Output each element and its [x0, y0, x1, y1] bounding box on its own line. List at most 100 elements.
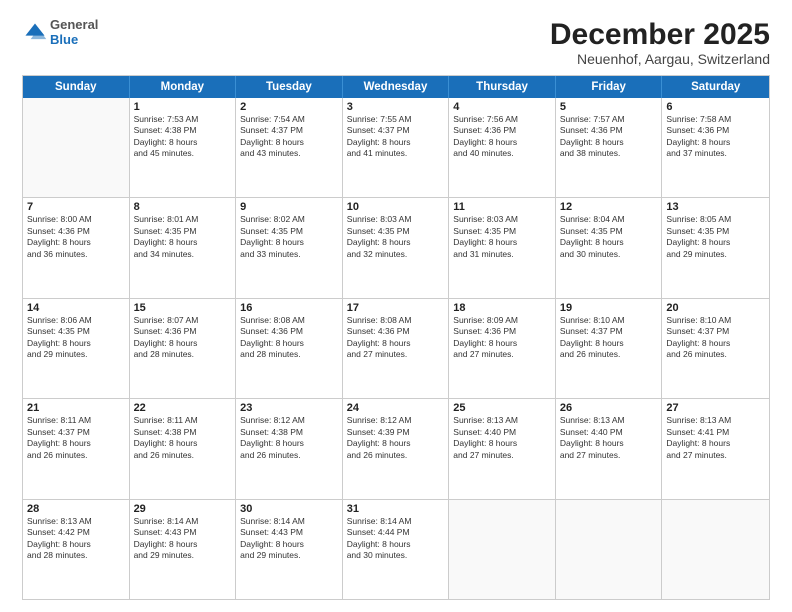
cell-day-number: 9: [240, 201, 338, 213]
cell-day-number: 19: [560, 302, 658, 314]
cell-info: Sunrise: 8:00 AM Sunset: 4:36 PM Dayligh…: [27, 214, 125, 260]
cell-info: Sunrise: 8:03 AM Sunset: 4:35 PM Dayligh…: [453, 214, 551, 260]
cell-day-number: 15: [134, 302, 232, 314]
cell-info: Sunrise: 8:04 AM Sunset: 4:35 PM Dayligh…: [560, 214, 658, 260]
cell-day-number: 24: [347, 402, 445, 414]
cell-info: Sunrise: 8:10 AM Sunset: 4:37 PM Dayligh…: [666, 315, 765, 361]
cell-info: Sunrise: 7:57 AM Sunset: 4:36 PM Dayligh…: [560, 114, 658, 160]
cell-day-number: 14: [27, 302, 125, 314]
calendar-body: 1Sunrise: 7:53 AM Sunset: 4:38 PM Daylig…: [23, 98, 769, 599]
cell-info: Sunrise: 7:55 AM Sunset: 4:37 PM Dayligh…: [347, 114, 445, 160]
cell-day-number: 1: [134, 101, 232, 113]
table-row: [449, 500, 556, 599]
calendar-week-1: 1Sunrise: 7:53 AM Sunset: 4:38 PM Daylig…: [23, 98, 769, 198]
logo-icon: [22, 20, 48, 46]
cell-day-number: 27: [666, 402, 765, 414]
cell-info: Sunrise: 8:08 AM Sunset: 4:36 PM Dayligh…: [240, 315, 338, 361]
table-row: 12Sunrise: 8:04 AM Sunset: 4:35 PM Dayli…: [556, 198, 663, 297]
table-row: 3Sunrise: 7:55 AM Sunset: 4:37 PM Daylig…: [343, 98, 450, 197]
cell-info: Sunrise: 8:14 AM Sunset: 4:44 PM Dayligh…: [347, 516, 445, 562]
cell-day-number: 10: [347, 201, 445, 213]
table-row: [23, 98, 130, 197]
cell-day-number: 20: [666, 302, 765, 314]
cell-day-number: 23: [240, 402, 338, 414]
table-row: 13Sunrise: 8:05 AM Sunset: 4:35 PM Dayli…: [662, 198, 769, 297]
cell-info: Sunrise: 8:13 AM Sunset: 4:40 PM Dayligh…: [560, 415, 658, 461]
cell-info: Sunrise: 8:14 AM Sunset: 4:43 PM Dayligh…: [240, 516, 338, 562]
page: General Blue December 2025 Neuenhof, Aar…: [0, 0, 792, 612]
calendar-header: Sunday Monday Tuesday Wednesday Thursday…: [23, 76, 769, 98]
cell-info: Sunrise: 8:02 AM Sunset: 4:35 PM Dayligh…: [240, 214, 338, 260]
cell-day-number: 28: [27, 503, 125, 515]
cell-info: Sunrise: 8:12 AM Sunset: 4:39 PM Dayligh…: [347, 415, 445, 461]
month-title: December 2025: [550, 18, 770, 51]
cell-info: Sunrise: 8:01 AM Sunset: 4:35 PM Dayligh…: [134, 214, 232, 260]
header-wednesday: Wednesday: [343, 76, 450, 98]
table-row: 25Sunrise: 8:13 AM Sunset: 4:40 PM Dayli…: [449, 399, 556, 498]
cell-info: Sunrise: 7:58 AM Sunset: 4:36 PM Dayligh…: [666, 114, 765, 160]
table-row: [556, 500, 663, 599]
cell-day-number: 8: [134, 201, 232, 213]
table-row: 20Sunrise: 8:10 AM Sunset: 4:37 PM Dayli…: [662, 299, 769, 398]
calendar-week-4: 21Sunrise: 8:11 AM Sunset: 4:37 PM Dayli…: [23, 399, 769, 499]
header-thursday: Thursday: [449, 76, 556, 98]
cell-day-number: 18: [453, 302, 551, 314]
table-row: 21Sunrise: 8:11 AM Sunset: 4:37 PM Dayli…: [23, 399, 130, 498]
cell-info: Sunrise: 8:11 AM Sunset: 4:38 PM Dayligh…: [134, 415, 232, 461]
cell-day-number: 6: [666, 101, 765, 113]
cell-day-number: 13: [666, 201, 765, 213]
cell-info: Sunrise: 8:07 AM Sunset: 4:36 PM Dayligh…: [134, 315, 232, 361]
table-row: 16Sunrise: 8:08 AM Sunset: 4:36 PM Dayli…: [236, 299, 343, 398]
cell-day-number: 7: [27, 201, 125, 213]
cell-info: Sunrise: 8:10 AM Sunset: 4:37 PM Dayligh…: [560, 315, 658, 361]
cell-info: Sunrise: 8:11 AM Sunset: 4:37 PM Dayligh…: [27, 415, 125, 461]
table-row: 26Sunrise: 8:13 AM Sunset: 4:40 PM Dayli…: [556, 399, 663, 498]
cell-info: Sunrise: 7:53 AM Sunset: 4:38 PM Dayligh…: [134, 114, 232, 160]
cell-day-number: 25: [453, 402, 551, 414]
table-row: 1Sunrise: 7:53 AM Sunset: 4:38 PM Daylig…: [130, 98, 237, 197]
cell-day-number: 2: [240, 101, 338, 113]
logo: General Blue: [22, 18, 98, 48]
table-row: 17Sunrise: 8:08 AM Sunset: 4:36 PM Dayli…: [343, 299, 450, 398]
cell-info: Sunrise: 8:08 AM Sunset: 4:36 PM Dayligh…: [347, 315, 445, 361]
table-row: 27Sunrise: 8:13 AM Sunset: 4:41 PM Dayli…: [662, 399, 769, 498]
cell-day-number: 11: [453, 201, 551, 213]
table-row: 30Sunrise: 8:14 AM Sunset: 4:43 PM Dayli…: [236, 500, 343, 599]
table-row: 28Sunrise: 8:13 AM Sunset: 4:42 PM Dayli…: [23, 500, 130, 599]
logo-text: General Blue: [50, 18, 98, 48]
table-row: 6Sunrise: 7:58 AM Sunset: 4:36 PM Daylig…: [662, 98, 769, 197]
table-row: 11Sunrise: 8:03 AM Sunset: 4:35 PM Dayli…: [449, 198, 556, 297]
logo-general: General: [50, 17, 98, 32]
cell-day-number: 22: [134, 402, 232, 414]
cell-day-number: 5: [560, 101, 658, 113]
cell-info: Sunrise: 8:03 AM Sunset: 4:35 PM Dayligh…: [347, 214, 445, 260]
cell-day-number: 29: [134, 503, 232, 515]
cell-day-number: 30: [240, 503, 338, 515]
table-row: 18Sunrise: 8:09 AM Sunset: 4:36 PM Dayli…: [449, 299, 556, 398]
cell-day-number: 4: [453, 101, 551, 113]
table-row: 19Sunrise: 8:10 AM Sunset: 4:37 PM Dayli…: [556, 299, 663, 398]
title-block: December 2025 Neuenhof, Aargau, Switzerl…: [550, 18, 770, 67]
table-row: 4Sunrise: 7:56 AM Sunset: 4:36 PM Daylig…: [449, 98, 556, 197]
table-row: 29Sunrise: 8:14 AM Sunset: 4:43 PM Dayli…: [130, 500, 237, 599]
table-row: 8Sunrise: 8:01 AM Sunset: 4:35 PM Daylig…: [130, 198, 237, 297]
cell-day-number: 17: [347, 302, 445, 314]
cell-info: Sunrise: 7:56 AM Sunset: 4:36 PM Dayligh…: [453, 114, 551, 160]
cell-info: Sunrise: 8:06 AM Sunset: 4:35 PM Dayligh…: [27, 315, 125, 361]
cell-info: Sunrise: 8:12 AM Sunset: 4:38 PM Dayligh…: [240, 415, 338, 461]
table-row: [662, 500, 769, 599]
table-row: 23Sunrise: 8:12 AM Sunset: 4:38 PM Dayli…: [236, 399, 343, 498]
table-row: 9Sunrise: 8:02 AM Sunset: 4:35 PM Daylig…: [236, 198, 343, 297]
table-row: 5Sunrise: 7:57 AM Sunset: 4:36 PM Daylig…: [556, 98, 663, 197]
table-row: 2Sunrise: 7:54 AM Sunset: 4:37 PM Daylig…: [236, 98, 343, 197]
header-friday: Friday: [556, 76, 663, 98]
cell-day-number: 31: [347, 503, 445, 515]
cell-info: Sunrise: 8:09 AM Sunset: 4:36 PM Dayligh…: [453, 315, 551, 361]
table-row: 7Sunrise: 8:00 AM Sunset: 4:36 PM Daylig…: [23, 198, 130, 297]
cell-info: Sunrise: 8:13 AM Sunset: 4:40 PM Dayligh…: [453, 415, 551, 461]
cell-day-number: 16: [240, 302, 338, 314]
header-saturday: Saturday: [662, 76, 769, 98]
logo-blue: Blue: [50, 32, 78, 47]
calendar-week-3: 14Sunrise: 8:06 AM Sunset: 4:35 PM Dayli…: [23, 299, 769, 399]
cell-info: Sunrise: 8:05 AM Sunset: 4:35 PM Dayligh…: [666, 214, 765, 260]
